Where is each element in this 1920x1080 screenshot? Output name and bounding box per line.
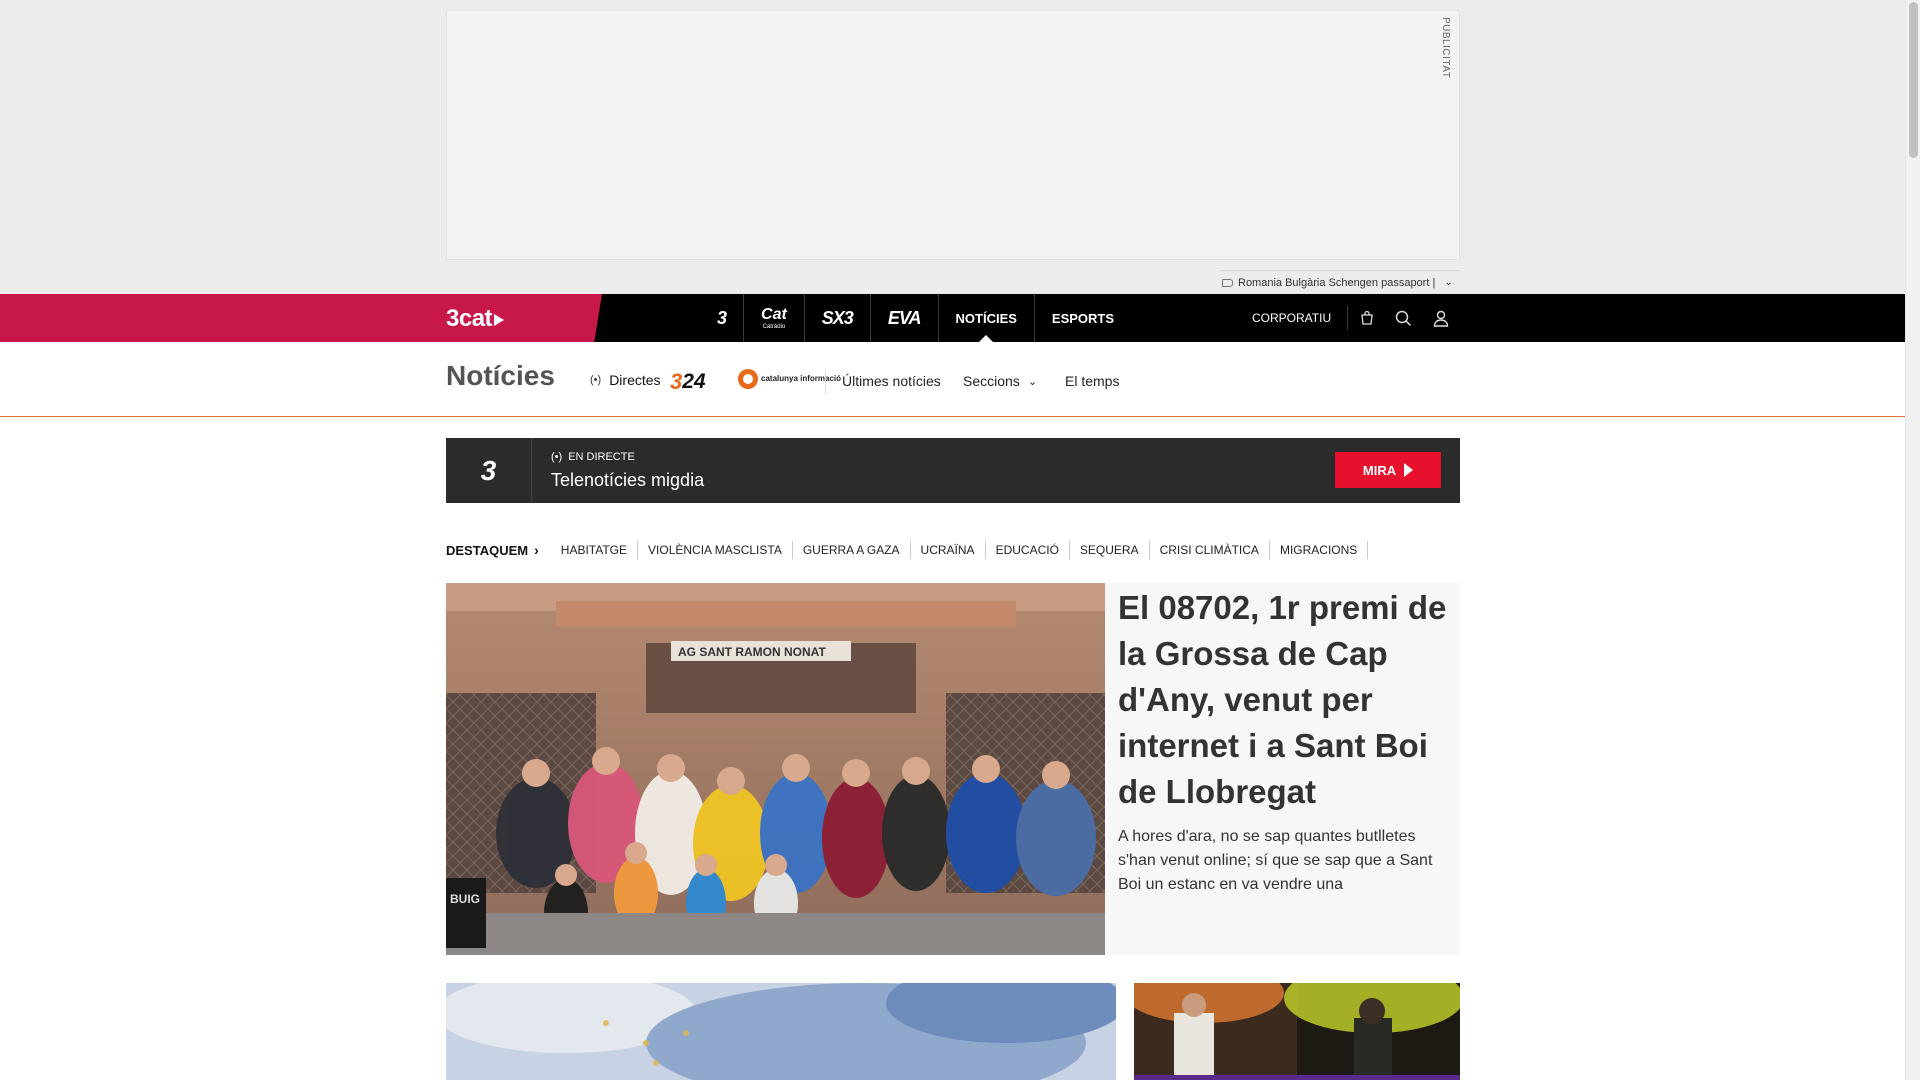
brand-logo-3cat[interactable]: 3cat	[446, 305, 505, 333]
ci-logo-text: catalunya informació	[761, 374, 842, 383]
play-icon	[494, 314, 505, 326]
nav-esports[interactable]: ESPORTS	[1035, 294, 1131, 342]
destaquem-label: DESTAQUEM	[446, 542, 529, 558]
channel-sx3[interactable]: SX3	[805, 294, 871, 342]
tag-crisi-climatica[interactable]: CRISI CLIMÀTICA	[1150, 541, 1270, 559]
logo-324-three: 3	[670, 369, 683, 394]
page-scrollbar[interactable]	[1905, 0, 1920, 1080]
tag-ucraina[interactable]: UCRAÏNA	[911, 541, 986, 559]
section-header: Notícies (•) Directes 3 24 catalunya info…	[0, 342, 1905, 417]
live-program-title[interactable]: Telenotícies migdia	[551, 470, 704, 491]
tv3-logo-icon: 3	[446, 438, 532, 503]
article-card-image[interactable]	[1134, 983, 1460, 1080]
logo-324[interactable]: 3 24	[670, 369, 706, 395]
ci-logo-icon	[738, 369, 758, 389]
link-ultimes-noticies[interactable]: Últimes notícies	[842, 373, 941, 389]
tag-sequera[interactable]: SEQUERA	[1070, 541, 1150, 559]
chevron-down-icon: ⌄	[1027, 375, 1038, 388]
live-radio-icon: (•)	[590, 374, 602, 386]
chevron-down-icon[interactable]: ⌄	[1444, 277, 1452, 288]
channel-nav: 3 Cat Catràdio SX3 EVA NOTÍCIES ESPORTS	[700, 294, 1131, 342]
tag-violencia-masclista[interactable]: VIOLÈNCIA MASCLISTA	[638, 541, 793, 559]
ad-band: PUBLICITAT Romania Bulgària Schengen pas…	[0, 0, 1905, 294]
ad-slot[interactable]: PUBLICITAT	[446, 10, 1460, 260]
link-el-temps[interactable]: El temps	[1065, 373, 1119, 389]
directes-label: Directes	[609, 372, 661, 388]
article-card-image[interactable]	[446, 983, 1116, 1080]
shop-bag-icon[interactable]	[1348, 294, 1385, 342]
tag-guerra-a-gaza[interactable]: GUERRA A GAZA	[793, 541, 911, 559]
section-title[interactable]: Notícies	[446, 360, 555, 392]
mira-button[interactable]: MIRA	[1335, 452, 1441, 488]
featured-image[interactable]: AG SANT RAMON NONAT BUIG	[446, 583, 1105, 955]
top-navigation: 3cat 3 Cat Catràdio SX3 EVA NOTÍCIES ESP…	[0, 294, 1905, 342]
live-strip[interactable]: 3 (•) EN DIRECTE Telenotícies migdia MIR…	[446, 438, 1460, 503]
featured-summary: A hores d'ara, no se sap quantes butllet…	[1118, 828, 1433, 893]
catradio-sub: Catràdio	[762, 323, 786, 330]
eva-logo-icon: EVA	[887, 307, 922, 328]
live-tag-text: EN DIRECTE	[568, 451, 635, 463]
nav-esports-label: ESPORTS	[1051, 310, 1115, 326]
corporatiu-link[interactable]: CORPORATIU	[1237, 306, 1349, 330]
channel-catradio[interactable]: Cat Catràdio	[744, 294, 805, 342]
featured-article[interactable]: AG SANT RAMON NONAT BUIG El 08702, 1r pr…	[446, 583, 1460, 955]
channel-tv3[interactable]: 3	[700, 294, 745, 342]
ad-topic-text: Romania Bulgària Schengen passaport |	[1238, 276, 1436, 289]
nav-noticies[interactable]: NOTÍCIES	[939, 294, 1035, 342]
divider	[825, 370, 826, 394]
user-icon[interactable]	[1422, 294, 1459, 342]
ad-topic-tag[interactable]: Romania Bulgària Schengen passaport | ⌄	[1220, 270, 1460, 294]
live-radio-icon: (•)	[551, 451, 563, 463]
catradio-logo-icon: Cat Catràdio	[761, 305, 787, 330]
featured-headline[interactable]: El 08702, 1r premi de la Grossa de Cap d…	[1118, 585, 1450, 815]
catradio-mark: Cat	[761, 305, 787, 323]
live-tag: (•) EN DIRECTE	[551, 451, 635, 463]
mira-label: MIRA	[1362, 462, 1397, 478]
brand-strip	[0, 294, 602, 342]
building-sign-text: AG SANT RAMON NONAT	[678, 645, 826, 659]
bin-sign-text: BUIG	[450, 892, 480, 906]
search-icon[interactable]	[1385, 294, 1422, 342]
featured-text: El 08702, 1r premi de la Grossa de Cap d…	[1118, 583, 1450, 897]
sx3-logo-icon: SX3	[821, 307, 854, 328]
tag-icon	[1222, 278, 1233, 287]
logo-324-text: 24	[682, 370, 706, 393]
tag-educacio[interactable]: EDUCACIÓ	[986, 541, 1070, 559]
tag-habitatge[interactable]: HABITATGE	[551, 541, 639, 559]
seccions-label: Seccions	[963, 373, 1020, 389]
highlight-tags: DESTAQUEM › HABITATGE VIOLÈNCIA MASCLIST…	[446, 540, 1369, 560]
directes-link[interactable]: (•) Directes	[590, 372, 661, 388]
play-icon	[1404, 463, 1414, 477]
scrollbar-thumb[interactable]	[1909, 2, 1918, 158]
tag-migracions[interactable]: MIGRACIONS	[1270, 541, 1369, 559]
ad-label: PUBLICITAT	[1440, 17, 1451, 79]
nav-noticies-label: NOTÍCIES	[955, 310, 1017, 326]
brand-logo-text: 3cat	[446, 305, 493, 332]
destaquem-link[interactable]: DESTAQUEM ›	[446, 542, 551, 558]
tv3-logo-icon: 3	[717, 307, 727, 328]
channel-eva[interactable]: EVA	[871, 294, 939, 342]
seccions-dropdown[interactable]: Seccions ⌄	[963, 373, 1037, 389]
chevron-right-icon: ›	[534, 542, 539, 558]
nav-right: CORPORATIU	[1237, 294, 1459, 342]
